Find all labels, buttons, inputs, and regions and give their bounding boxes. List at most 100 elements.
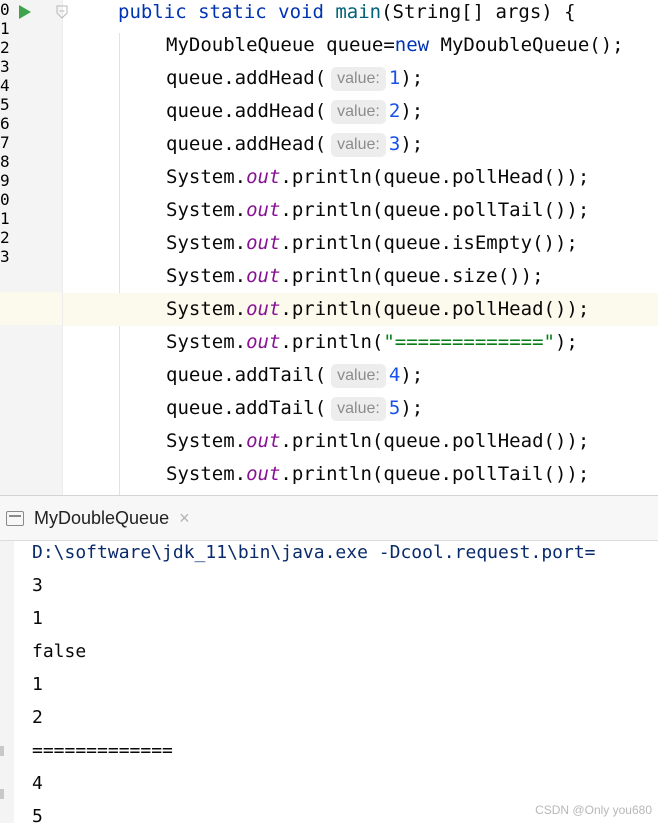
code-token: ); [400,100,424,122]
code-text: queue.addHead(value: 1); [166,62,423,95]
code-line[interactable]: queue.addTail(value: 5); [0,392,658,425]
static-field: out [246,232,281,254]
code-token: .println(queue.pollHead()); [280,430,590,452]
line-number: 1 [0,209,10,228]
run-tab-label: MyDoubleQueue [34,507,170,528]
line-number: 2 [0,38,10,57]
method-name: main [335,1,382,23]
line-number: 6 [0,114,10,133]
console-output-line: 1 [32,674,43,695]
code-line[interactable]: System.out.println("============="); [0,326,658,359]
line-number: 7 [0,133,10,152]
code-line[interactable]: public static void main(String[] args) { [0,0,658,29]
code-token: (String[] args) { [381,1,576,23]
console-output-line: 2 [32,707,43,728]
keyword: new [394,34,430,56]
number-literal: 5 [388,397,401,419]
console-icon [6,510,24,526]
keyword: public static void [118,1,336,23]
code-line[interactable]: System.out.println(queue.pollTail()); [0,194,658,227]
code-text: System.out.println(queue.pollHead()); [166,425,589,458]
string-literal: "=============" [383,331,555,353]
code-token: .println(queue.pollHead()); [280,166,590,188]
code-token: System. [166,265,247,287]
line-number: 5 [0,95,10,114]
line-number: 8 [0,152,10,171]
console-output-line: false [32,641,87,662]
code-token: System. [166,463,247,485]
run-tab[interactable]: MyDoubleQueue × [0,496,190,540]
line-number: 1 [0,19,10,38]
static-field: out [246,298,281,320]
code-token: .println( [280,331,384,353]
code-editor[interactable]: public static void main(String[] args) {… [0,0,658,495]
code-text: public static void main(String[] args) { [118,0,576,29]
code-token: System. [166,199,247,221]
code-token: queue.addHead( [166,100,327,122]
line-number: 2 [0,228,10,247]
code-token: System. [166,232,247,254]
code-token: queue.addTail( [166,364,327,386]
code-token: .println(queue.size()); [280,265,544,287]
code-line[interactable]: MyDoubleQueue queue=new MyDoubleQueue(); [0,29,658,62]
code-token: MyDoubleQueue(); [429,34,624,56]
line-number: 0 [0,190,10,209]
line-numbers: 01234567890123 [0,0,10,266]
code-line[interactable]: System.out.println(queue.pollHead()); [0,161,658,194]
code-text: System.out.println(queue.pollHead()); [166,293,589,326]
code-token: System. [166,331,247,353]
static-field: out [246,265,281,287]
line-number: 3 [0,57,10,76]
code-line[interactable]: System.out.println(queue.size()); [0,260,658,293]
code-token: queue.addHead( [166,133,327,155]
code-line[interactable]: System.out.println(queue.pollTail()); [0,458,658,491]
line-number: 9 [0,171,10,190]
static-field: out [246,331,281,353]
code-token: ); [400,67,424,89]
parameter-hint: value: [331,397,386,421]
number-literal: 3 [388,133,401,155]
console-command-line: D:\software\jdk_11\bin\java.exe -Dcool.r… [32,542,596,563]
line-number: 3 [0,247,10,266]
number-literal: 2 [388,100,401,122]
static-field: out [246,430,281,452]
code-text: queue.addTail(value: 4); [166,359,423,392]
static-field: out [246,199,281,221]
run-console[interactable]: D:\software\jdk_11\bin\java.exe -Dcool.r… [0,541,658,823]
console-output-line: 3 [32,575,43,596]
code-line[interactable]: System.out.println(queue.isEmpty()); [0,227,658,260]
code-line[interactable]: queue.addHead(value: 2); [0,95,658,128]
code-token: System. [166,166,247,188]
code-token: MyDoubleQueue queue= [166,34,395,56]
code-text: MyDoubleQueue queue=new MyDoubleQueue(); [166,29,624,62]
code-line[interactable]: queue.addHead(value: 3); [0,128,658,161]
parameter-hint: value: [331,364,386,388]
code-text: System.out.println(queue.size()); [166,260,544,293]
code-token: ); [400,364,424,386]
code-line[interactable]: System.out.println(queue.pollHead()); [0,425,658,458]
current-line-gutter [0,292,62,325]
console-output-line: ============= [32,740,173,761]
parameter-hint: value: [331,67,386,91]
code-token: System. [166,298,247,320]
close-icon[interactable]: × [179,508,190,529]
watermark: CSDN @Only you680 [535,803,652,817]
static-field: out [246,166,281,188]
code-text: System.out.println(queue.pollTail()); [166,458,589,491]
code-text: System.out.println(queue.pollTail()); [166,194,589,227]
line-number: 4 [0,76,10,95]
code-text: queue.addHead(value: 3); [166,128,423,161]
line-number: 0 [0,0,10,19]
code-token: .println(queue.pollHead()); [280,298,590,320]
code-line[interactable]: queue.addHead(value: 1); [0,62,658,95]
static-field: out [246,463,281,485]
code-text: System.out.println(queue.isEmpty()); [166,227,578,260]
number-literal: 1 [388,67,401,89]
code-token: queue.addTail( [166,397,327,419]
code-text: queue.addHead(value: 2); [166,95,423,128]
console-output-line: 4 [32,773,43,794]
code-line[interactable]: System.out.println(queue.pollHead()); [63,293,658,326]
code-line[interactable]: queue.addTail(value: 4); [0,359,658,392]
code-token: ); [554,331,578,353]
console-output-line: 1 [32,608,43,629]
